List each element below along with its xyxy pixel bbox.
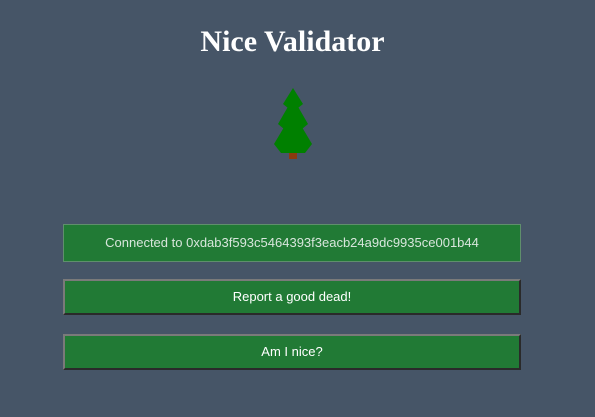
tree-top-tier bbox=[283, 88, 303, 108]
page-title: Nice Validator bbox=[200, 25, 385, 58]
am-i-nice-button[interactable]: Am I nice? bbox=[63, 334, 521, 370]
connection-status: Connected to 0xdab3f593c5464393f3eacb24a… bbox=[63, 224, 521, 262]
report-good-deed-button[interactable]: Report a good dead! bbox=[63, 279, 521, 315]
christmas-tree-icon bbox=[274, 88, 312, 159]
